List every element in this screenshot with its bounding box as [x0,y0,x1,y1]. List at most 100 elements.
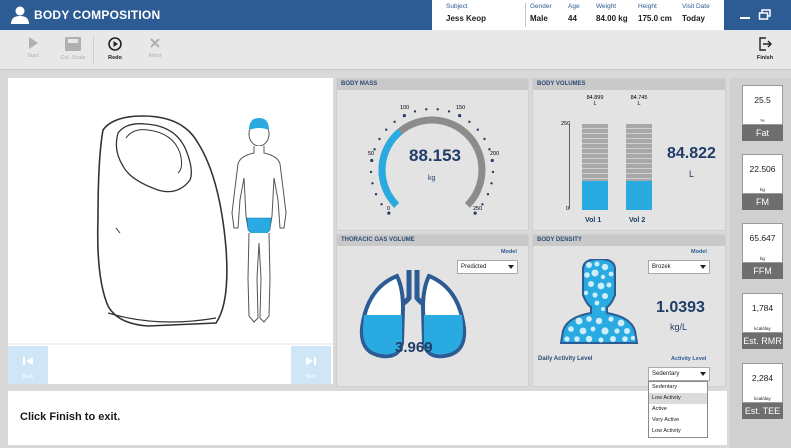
chevron-down-icon [700,372,706,376]
bod-pod-illustration [8,115,333,345]
bubble [608,271,614,277]
bubble [598,337,604,343]
vol1-label: Vol 1 [585,217,602,224]
redo-button[interactable]: Redo [95,34,135,68]
metric-fm: 22.506 kg FM [742,154,783,212]
body-mass-unit: kg [428,175,436,182]
body-density-title: BODY DENSITY [533,235,725,246]
bubble [592,292,598,298]
cal-scale-button[interactable]: Cal. Scale [53,34,93,68]
body-density-panel: BODY DENSITY Model Brozek 1.0393 kg/L Da… [532,234,726,387]
metric-tee-label: Est. TEE [742,403,783,419]
gauge-dot [447,110,451,113]
gauge-dot [483,137,486,141]
metric-ffm: 65.647 kg FFM [742,223,783,281]
metric-fm-label: FM [742,194,783,210]
volume-axis [569,124,570,209]
bubble [606,282,612,288]
height-value: 175.0 cm [638,14,672,23]
metric-fat-unit: % [760,118,765,123]
finish-button[interactable]: Finish [745,34,785,68]
bubble [602,293,608,299]
redo-label: Redo [108,55,122,61]
gauge-dot [490,182,493,185]
metric-fm-box: 22.506 kg [742,154,783,194]
metric-rmr-box: 1,784 kcal/day [742,293,783,333]
activity-level-select[interactable]: Sedentary [648,367,710,381]
bubble [601,307,605,311]
bubble [574,336,580,342]
minimize-icon[interactable] [738,9,752,21]
density-model-select[interactable]: Brozek [648,260,710,274]
bubble [622,336,628,342]
bubble [595,317,603,325]
bubble [594,300,600,306]
body-volumes-title: BODY VOLUMES [533,79,725,90]
gauge-dot [413,110,417,113]
gauge-tick-50: 50 [368,151,375,157]
gauge-dot [436,108,439,111]
metric-rmr-unit: kcal/day [754,326,771,331]
redo-icon [108,37,122,51]
bubble [630,335,636,341]
gauge-tick-200: 200 [490,151,500,157]
finish-label: Finish [756,55,774,61]
visit-date-value: Today [682,14,705,23]
metric-fm-unit: kg [760,187,765,192]
tgv-value: 3.969 [395,339,433,356]
density-model-value: Brozek [652,264,671,270]
density-unit: kg/L [670,322,688,332]
bust-bubbles-icon [559,259,639,344]
gender-label: Gender [530,3,552,10]
bubble [608,316,614,322]
abort-button[interactable]: Abort [135,34,175,68]
metric-ffm-box: 65.647 kg [742,223,783,263]
start-button[interactable]: Start [13,34,53,68]
bubble [614,328,620,334]
metric-rmr-value: 1,784 [751,303,774,313]
visit-date-label: Visit Date [682,3,710,10]
back-label: Back [22,374,34,380]
gauge-dot [385,128,388,131]
age-value: 44 [568,14,577,23]
metric-fat-value: 25.5 [754,95,771,105]
message-bar: Click Finish to exit. [8,391,727,445]
activity-option[interactable]: Very Active [649,415,707,426]
activity-level-heading: Daily Activity Level [538,356,593,362]
start-label: Start [27,53,39,59]
activity-option[interactable]: Low Activity [649,426,707,437]
activity-level-dropdown-list[interactable]: Sedentary Low Activity Active Very Activ… [648,381,708,438]
gauge-tick-0: 0 [387,206,391,212]
bubble [575,317,583,325]
thoracic-gas-volume-panel: THORACIC GAS VOLUME Model Predicted 3.96… [336,234,529,387]
age-label: Age [568,3,580,10]
gauge-dot [393,120,396,124]
activity-option[interactable]: Active [649,404,707,415]
activity-option[interactable]: Low Activity [649,393,707,404]
weight-label: Weight [596,3,617,10]
body-mass-panel: BODY MASS 88.153 kg 0 50 100 150 200 250 [336,78,529,231]
metric-rmr: 1,784 kcal/day Est. RMR [742,293,783,351]
metric-ffm-unit: kg [760,256,765,261]
illustration-panel: Back Next [8,78,333,384]
back-button[interactable]: Back [8,346,48,384]
bubble [600,274,606,280]
bubble [601,263,609,271]
vol1-top-value: 84.899 L [585,95,605,107]
gauge-dot [473,211,477,215]
bubble [586,262,592,268]
bubble [585,335,593,343]
next-button[interactable]: Next [291,346,331,384]
vol1-top-unit: L [593,101,597,107]
subject-value: Jess Keop [446,14,487,23]
height-label: Height [638,3,657,10]
restore-icon[interactable] [758,9,772,21]
gauge-dot [458,114,462,118]
gauge-dot [491,170,495,174]
toolbar-separator [93,36,94,64]
close-icon [150,38,160,48]
metric-rmr-label: Est. RMR [742,333,783,349]
body-mass-value: 88.153 [409,146,461,165]
activity-option[interactable]: Sedentary [649,382,707,393]
gauge-tick-250: 250 [473,206,483,212]
